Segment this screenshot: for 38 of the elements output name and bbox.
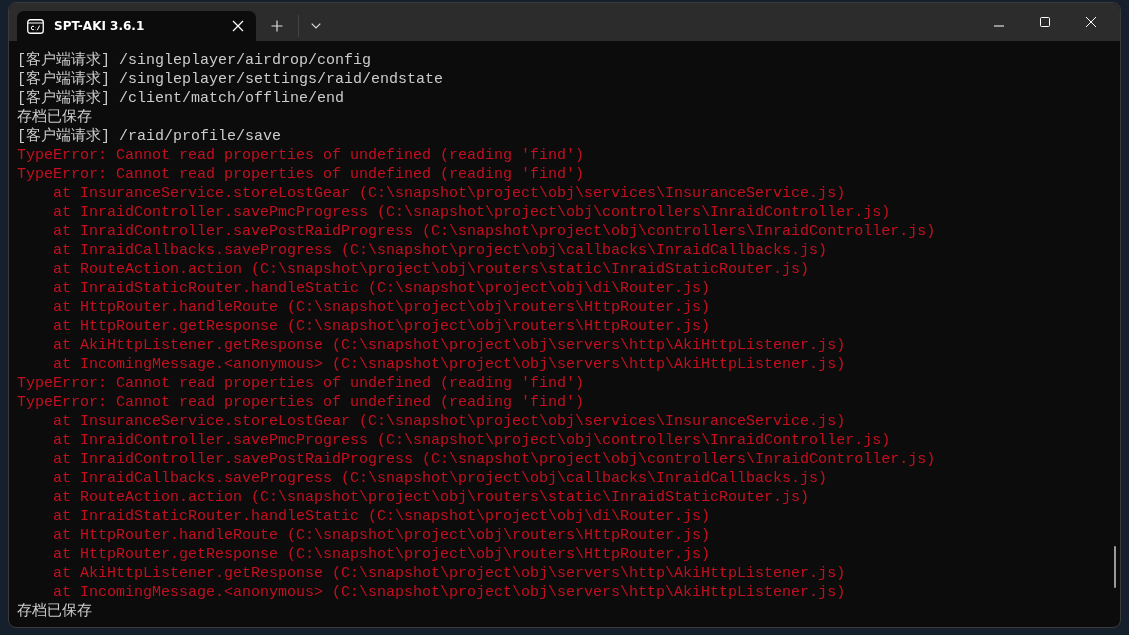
console-line: 存档已保存 <box>17 602 93 621</box>
console-line: TypeError: Cannot read properties of undefined (reading 'find') <box>17 165 586 184</box>
console-line: at HttpRouter.handleRoute (C:\snapshot\project\obj\routers\HttpRouter.js) <box>52 526 712 545</box>
console-line: 存档已保存 <box>17 108 93 127</box>
console-line: at InraidStaticRouter.handleStatic (C:\snapshot\project\obj\di\Router.js) <box>52 279 712 298</box>
close-tab-icon[interactable] <box>232 20 244 32</box>
console-line: at RouteAction.action (C:\snapshot\project\obj\routers\static\InraidStaticRouter.js) <box>52 488 811 507</box>
console-line: at InraidController.savePostRaidProgress (C:\snapshot\project\obj\controllers\InraidController.js) <box>52 222 937 241</box>
console-line: [客户端请求] /raid/profile/save <box>17 127 283 146</box>
console-line: at InraidController.savePmcProgress (C:\snapshot\project\obj\controllers\InraidController.js) <box>52 431 892 450</box>
terminal-icon <box>27 18 44 34</box>
console-line: at HttpRouter.getResponse (C:\snapshot\project\obj\routers\HttpRouter.js) <box>52 545 712 564</box>
console-line: [客户端请求] /client/match/offline/end <box>17 89 346 108</box>
console-line: at IncomingMessage.<anonymous> (C:\snapshot\project\obj\servers\http\AkiHttpListener.js) <box>52 583 847 602</box>
console-line: at IncomingMessage.<anonymous> (C:\snapshot\project\obj\servers\http\AkiHttpListener.js) <box>52 355 847 374</box>
maximize-icon[interactable] <box>1040 17 1050 27</box>
console-line: at HttpRouter.handleRoute (C:\snapshot\project\obj\routers\HttpRouter.js) <box>52 298 712 317</box>
console-line: TypeError: Cannot read properties of undefined (reading 'find') <box>17 374 586 393</box>
console-line: at HttpRouter.getResponse (C:\snapshot\project\obj\routers\HttpRouter.js) <box>52 317 712 336</box>
console-line: at AkiHttpListener.getResponse (C:\snapshot\project\obj\servers\http\AkiHttpListener.js) <box>52 564 847 583</box>
console-line: at InsuranceService.storeLostGear (C:\snapshot\project\obj\services\InsuranceService.js) <box>52 184 847 203</box>
console-line: TypeError: Cannot read properties of undefined (reading 'find') <box>17 393 586 412</box>
console-line: at InsuranceService.storeLostGear (C:\snapshot\project\obj\services\InsuranceService.js) <box>52 412 847 431</box>
scrollbar-thumb[interactable] <box>1114 546 1116 588</box>
console-line: [客户端请求] /singleplayer/airdrop/config <box>17 51 373 70</box>
close-icon[interactable] <box>1086 17 1096 27</box>
console-line: at AkiHttpListener.getResponse (C:\snapshot\project\obj\servers\http\AkiHttpListener.js) <box>52 336 847 355</box>
dropdown-chevron-icon[interactable] <box>311 23 321 29</box>
console-line: at InraidController.savePmcProgress (C:\snapshot\project\obj\controllers\InraidController.js) <box>52 203 892 222</box>
console-line: [客户端请求] /singleplayer/settings/raid/endstate <box>17 70 445 89</box>
console-line: at InraidCallbacks.saveProgress (C:\snapshot\project\obj\callbacks\InraidCallbacks.js) <box>52 469 829 488</box>
console-line: at InraidCallbacks.saveProgress (C:\snapshot\project\obj\callbacks\InraidCallbacks.js) <box>52 241 829 260</box>
new-tab-icon[interactable] <box>271 20 283 32</box>
terminal-tab[interactable]: SPT-AKI 3.6.1 <box>17 11 256 41</box>
console-line: at InraidStaticRouter.handleStatic (C:\snapshot\project\obj\di\Router.js) <box>52 507 712 526</box>
console-line: TypeError: Cannot read properties of undefined (reading 'find') <box>17 146 586 165</box>
console-line: at RouteAction.action (C:\snapshot\project\obj\routers\static\InraidStaticRouter.js) <box>52 260 811 279</box>
console-line: at InraidController.savePostRaidProgress (C:\snapshot\project\obj\controllers\InraidController.js) <box>52 450 937 469</box>
